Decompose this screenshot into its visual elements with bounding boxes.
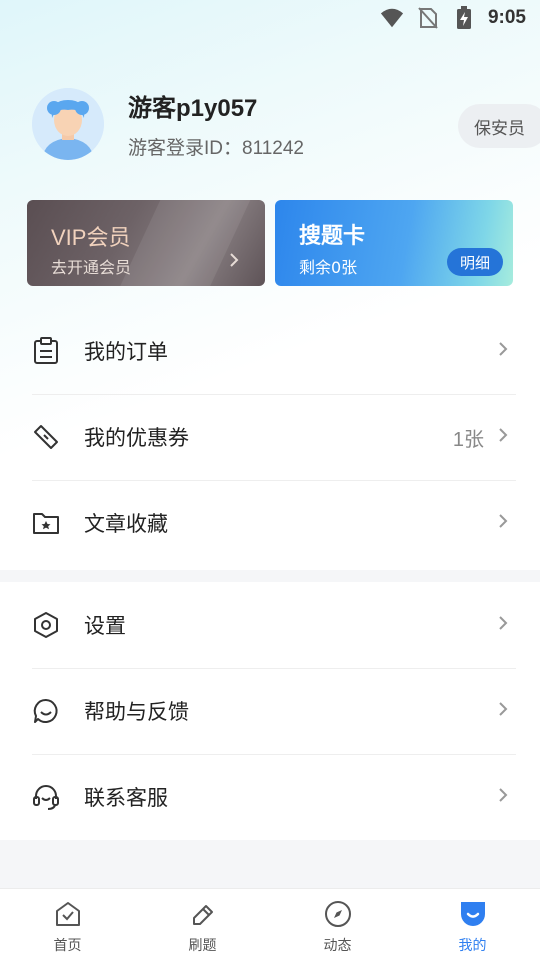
menu-group-account: 我的订单 我的优惠券 1张 文章收藏 (0, 308, 540, 566)
profile-icon (458, 899, 488, 929)
user-id: 游客登录ID：811242 (128, 138, 304, 159)
status-time: 9:05 (487, 7, 526, 28)
vip-card[interactable]: VIP会员 去开通会员 (27, 200, 265, 286)
tab-label: 首页 (53, 938, 82, 954)
status-bar: 9:05 (0, 0, 540, 36)
tab-label: 刷题 (188, 938, 217, 954)
menu-item-favorites[interactable]: 文章收藏 (0, 480, 540, 566)
tab-mine[interactable]: 我的 (405, 889, 540, 960)
menu-item-settings[interactable]: 设置 (0, 582, 540, 668)
menu-label: 设置 (84, 614, 126, 638)
tab-home[interactable]: 首页 (0, 889, 135, 960)
chevron-right-icon (498, 427, 508, 447)
chevron-right-icon (229, 252, 239, 272)
role-button[interactable]: 保安员 (458, 104, 540, 148)
no-sim-icon (416, 6, 440, 30)
home-check-icon (53, 899, 83, 929)
coupon-count: 1张 (452, 428, 484, 451)
user-profile[interactable]: 游客p1y057 游客登录ID：811242 (32, 88, 304, 160)
menu-label: 联系客服 (84, 786, 168, 810)
menu-group-support: 设置 帮助与反馈 联系客服 (0, 582, 540, 840)
avatar[interactable] (32, 88, 104, 160)
menu-label: 我的订单 (84, 340, 168, 364)
menu-label: 帮助与反馈 (84, 700, 189, 724)
folder-star-icon (32, 509, 60, 537)
hexagon-settings-icon (32, 611, 60, 639)
bottom-tab-bar: 首页 刷题 动态 我的 (0, 888, 540, 960)
tab-label: 动态 (323, 938, 352, 954)
menu-item-customer-service[interactable]: 联系客服 (0, 754, 540, 840)
vip-subtitle: 去开通会员 (51, 258, 132, 277)
chevron-right-icon (498, 513, 508, 533)
ticket-icon (32, 423, 60, 451)
chevron-right-icon (498, 615, 508, 635)
menu-label: 文章收藏 (84, 512, 168, 536)
clipboard-icon (32, 337, 60, 365)
pencil-icon (188, 899, 218, 929)
search-card-remaining: 剩余0张 (299, 258, 358, 277)
username: 游客p1y057 (128, 95, 258, 122)
chat-smile-icon (32, 697, 60, 725)
tab-practice[interactable]: 刷题 (135, 889, 270, 960)
menu-label: 我的优惠券 (84, 426, 189, 450)
wifi-icon (380, 6, 404, 30)
tab-label: 我的 (458, 938, 487, 954)
chevron-right-icon (498, 787, 508, 807)
vip-title: VIP会员 (51, 225, 131, 250)
chevron-right-icon (498, 341, 508, 361)
detail-button[interactable]: 明细 (447, 248, 503, 276)
menu-item-orders[interactable]: 我的订单 (0, 308, 540, 394)
menu-item-help-feedback[interactable]: 帮助与反馈 (0, 668, 540, 754)
chevron-right-icon (498, 701, 508, 721)
headset-icon (32, 783, 60, 811)
menu-item-coupons[interactable]: 我的优惠券 1张 (0, 394, 540, 480)
tab-feed[interactable]: 动态 (270, 889, 405, 960)
search-card[interactable]: 搜题卡 剩余0张 明细 (275, 200, 513, 286)
search-card-title: 搜题卡 (299, 224, 366, 249)
compass-icon (323, 899, 353, 929)
battery-charging-icon (452, 6, 476, 30)
